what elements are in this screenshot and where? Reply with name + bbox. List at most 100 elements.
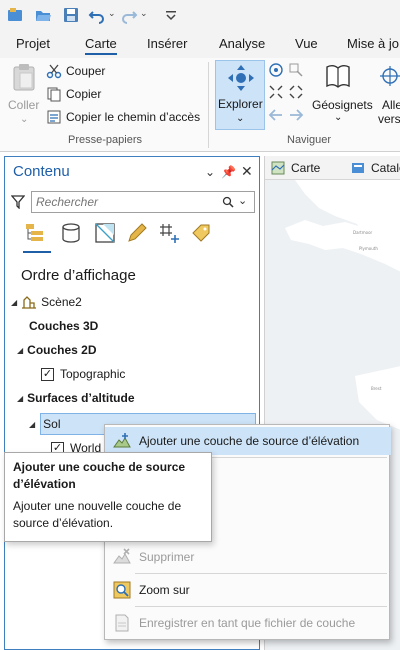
- pin-icon[interactable]: 📌: [221, 165, 236, 179]
- collapse-caret-icon[interactable]: ◢: [17, 394, 23, 403]
- svg-text:Dartmoor: Dartmoor: [353, 230, 373, 235]
- bookmarks-button[interactable]: Géosignets ⌄: [310, 60, 373, 130]
- fixed-zoom-in-icon[interactable]: [268, 84, 284, 100]
- search-input[interactable]: [36, 195, 216, 209]
- paste-icon: [13, 64, 35, 91]
- bookmarks-dropdown-icon: ⌄: [334, 112, 343, 123]
- zoom-to-selection-icon[interactable]: [288, 62, 304, 78]
- tab-inserer[interactable]: Insérer: [147, 36, 187, 51]
- tab-vue[interactable]: Vue: [295, 36, 318, 51]
- editing-icon[interactable]: [125, 221, 149, 245]
- pane-options-icon[interactable]: ⌄: [205, 165, 215, 179]
- tree-item-ground[interactable]: ◢ Sol: [29, 413, 61, 435]
- fixed-zoom-out-icon[interactable]: [288, 84, 304, 100]
- filter-icon[interactable]: [11, 195, 25, 209]
- menu-item-save-layer-file[interactable]: Enregistrer en tant que fichier de couch…: [105, 609, 391, 637]
- collapse-caret-icon[interactable]: ◢: [29, 420, 35, 429]
- save-icon[interactable]: [62, 6, 80, 24]
- selection-icon[interactable]: [93, 221, 117, 245]
- cut-button[interactable]: Couper: [46, 62, 126, 82]
- map-tab-strip: Carte Catalo: [265, 156, 400, 180]
- zoom-to-icon: [113, 581, 131, 599]
- paste-label: Coller: [8, 98, 40, 112]
- tab-carte[interactable]: Carte: [85, 36, 117, 55]
- paste-button[interactable]: Coller ⌄: [6, 60, 42, 130]
- clipboard-group-label: Presse-papiers: [68, 134, 142, 146]
- elevation-surfaces-label: Surfaces d’altitude: [27, 391, 135, 405]
- drawing-order-icon[interactable]: [23, 221, 47, 245]
- menu-item-delete[interactable]: Supprimer: [105, 543, 391, 571]
- search-box[interactable]: ⌄: [31, 191, 255, 213]
- copy-path-icon: [47, 110, 61, 124]
- tab-projet[interactable]: Projet: [16, 36, 50, 51]
- cut-label: Couper: [66, 64, 106, 78]
- search-dropdown-icon[interactable]: ⌄: [238, 194, 247, 207]
- map-tab-icon: [271, 161, 285, 175]
- tab-catalog[interactable]: Catalo: [349, 156, 400, 180]
- 2d-layers-label: Couches 2D: [27, 343, 97, 357]
- full-extent-icon[interactable]: [268, 62, 284, 78]
- delete-icon: [113, 548, 131, 564]
- menu-item-label: Supprimer: [139, 550, 195, 564]
- customize-icon[interactable]: [162, 6, 180, 24]
- tab-map[interactable]: Carte: [269, 156, 329, 180]
- menu-item-label: Enregistrer en tant que fichier de couch…: [139, 616, 356, 630]
- copy-path-button[interactable]: Copier le chemin d’accès: [46, 108, 206, 128]
- explore-label: Explorer: [218, 97, 263, 111]
- ribbon: Coller ⌄ Couper Copier Copier le chemin …: [0, 58, 400, 152]
- ground-label: Sol: [43, 417, 61, 431]
- tree-item-scene[interactable]: ◢ Scène2: [11, 291, 82, 313]
- undo-dropdown-icon[interactable]: ⌄: [108, 8, 116, 19]
- menu-item-label: Ajouter une couche de source d’élévation: [139, 434, 360, 448]
- ribbon-tabs: Projet Carte Insérer Analyse Vue Mise à …: [0, 30, 400, 58]
- visibility-checkbox[interactable]: ✓: [41, 367, 54, 381]
- tree-item-elevation-surfaces[interactable]: ◢ Surfaces d’altitude: [17, 387, 135, 409]
- redo-icon[interactable]: [120, 6, 138, 24]
- navigate-group-label: Naviguer: [287, 134, 332, 146]
- copy-button[interactable]: Copier: [46, 85, 126, 105]
- menu-separator: [135, 606, 387, 607]
- catalog-tab-icon: [352, 163, 364, 173]
- explore-button[interactable]: Explorer ⌄: [215, 60, 265, 130]
- explore-dropdown-icon: ⌄: [236, 113, 245, 124]
- scissors-icon: [46, 64, 62, 79]
- catalog-tab-label: Catalo: [371, 161, 400, 175]
- bookmarks-icon: [326, 65, 350, 88]
- tab-mise-a-jour[interactable]: Mise à jo: [347, 36, 399, 51]
- paste-dropdown-icon: ⌄: [20, 114, 29, 125]
- collapse-caret-icon[interactable]: ◢: [11, 298, 17, 307]
- menu-separator: [135, 573, 387, 574]
- topographic-label: Topographic: [60, 367, 126, 381]
- tree-item-topographic[interactable]: ✓ Topographic: [41, 363, 125, 385]
- group-divider: [208, 62, 209, 148]
- section-heading: Ordre d’affichage: [21, 267, 136, 284]
- map-tab-label: Carte: [291, 161, 321, 175]
- goto-label-line2: vers: [378, 112, 400, 126]
- data-source-icon[interactable]: [59, 221, 83, 245]
- tooltip: Ajouter une couche de source d’élévation…: [4, 452, 212, 542]
- scene-label: Scène2: [41, 295, 82, 309]
- search-icon[interactable]: [222, 196, 234, 208]
- tree-item-3d-layers[interactable]: Couches 3D: [29, 315, 98, 337]
- collapse-caret-icon[interactable]: ◢: [17, 346, 23, 355]
- goto-xy-button[interactable]: Alle vers: [372, 60, 400, 130]
- tree-item-2d-layers[interactable]: ◢ Couches 2D: [17, 339, 97, 361]
- labeling-icon[interactable]: [189, 221, 213, 245]
- menu-item-add-elevation-source[interactable]: Ajouter une couche de source d’élévation: [105, 427, 391, 455]
- copy-icon: [47, 87, 61, 102]
- previous-extent-icon[interactable]: [268, 108, 284, 122]
- undo-icon[interactable]: [88, 6, 106, 24]
- goto-xy-icon: [380, 66, 400, 86]
- open-icon[interactable]: [34, 6, 52, 24]
- tab-analyse[interactable]: Analyse: [219, 36, 265, 51]
- 3d-layers-label: Couches 3D: [29, 319, 99, 333]
- snapping-icon[interactable]: [157, 221, 181, 245]
- close-icon[interactable]: ✕: [241, 163, 253, 180]
- menu-item-zoom-to[interactable]: Zoom sur: [105, 576, 391, 604]
- svg-text:Brest: Brest: [371, 386, 382, 391]
- redo-dropdown-icon[interactable]: ⌄: [140, 8, 148, 19]
- new-project-icon[interactable]: [6, 6, 24, 24]
- explore-icon: [228, 65, 254, 91]
- next-extent-icon[interactable]: [288, 108, 304, 122]
- svg-text:Plymouth: Plymouth: [359, 246, 378, 251]
